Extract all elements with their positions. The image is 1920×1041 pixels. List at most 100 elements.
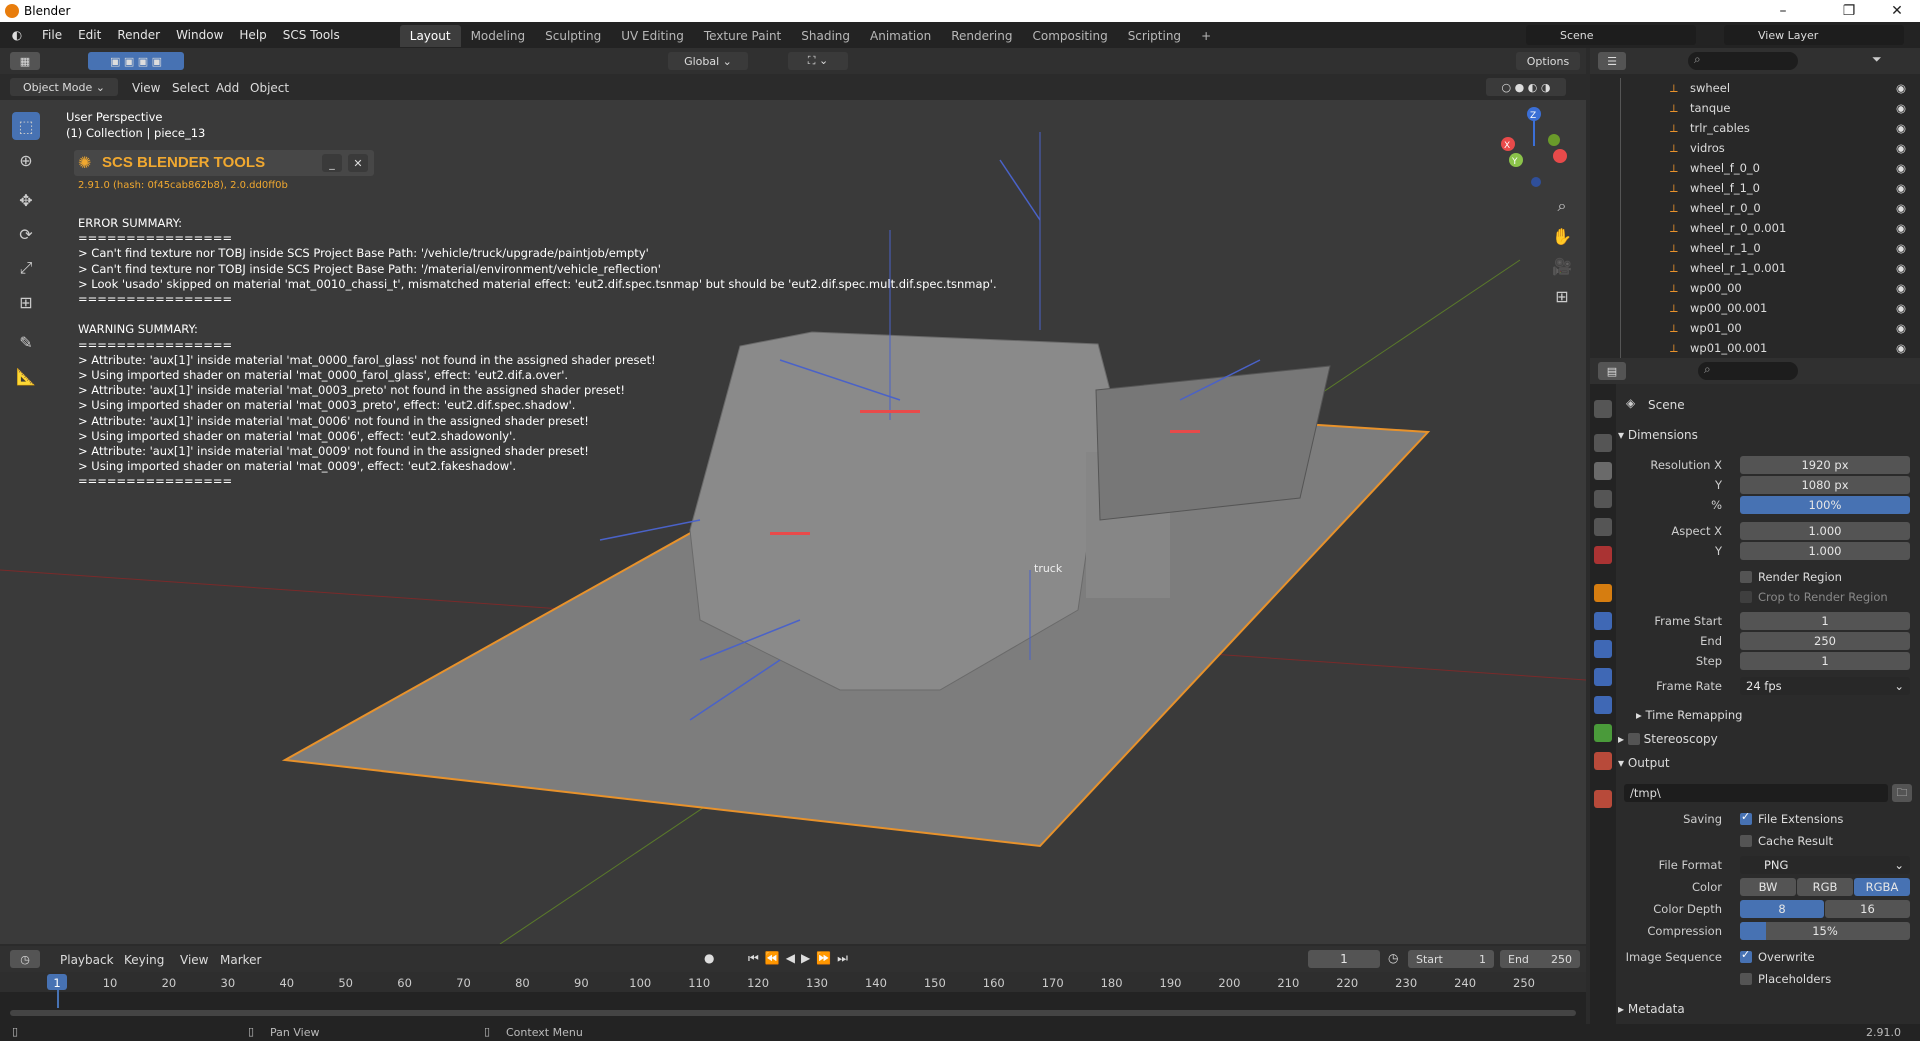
orientation-dropdown[interactable]: Global ⌄ [668, 52, 748, 70]
placeholders-checkbox[interactable] [1740, 973, 1752, 985]
outliner-search-input[interactable]: ⌕ [1688, 52, 1798, 70]
world-tab-icon[interactable] [1594, 546, 1612, 564]
camera-view-icon[interactable]: 🎥 [1548, 252, 1576, 280]
physics-tab-icon[interactable] [1594, 668, 1612, 686]
close-icon[interactable]: ✕ [1874, 0, 1920, 22]
outliner-row[interactable]: ⟂ trlr_cables ◉ [1590, 118, 1920, 138]
timeline-scrollbar[interactable] [10, 1010, 1576, 1016]
frame-step-field[interactable]: 1 [1740, 652, 1910, 670]
move-tool-icon[interactable]: ✥ [12, 186, 40, 214]
frame-start-field[interactable]: 1 [1740, 612, 1910, 630]
current-frame-field[interactable]: 1 [1308, 950, 1380, 968]
scene-tab-icon[interactable] [1594, 518, 1612, 536]
properties-editor-icon[interactable]: ▤ [1598, 362, 1626, 380]
view-layer-tab-icon[interactable] [1594, 490, 1612, 508]
menu-edit[interactable]: Edit [70, 22, 109, 48]
aspect-x-field[interactable]: 1.000 [1740, 522, 1910, 540]
menu-help[interactable]: Help [231, 22, 274, 48]
eye-visibility-icon[interactable]: ◉ [1896, 241, 1906, 255]
material-tab-icon[interactable] [1594, 752, 1612, 770]
tool-tab-icon[interactable] [1594, 400, 1612, 418]
ortho-grid-icon[interactable]: ⊞ [1548, 282, 1576, 310]
cursor-tool-icon[interactable]: ⊕ [12, 146, 40, 174]
eye-visibility-icon[interactable]: ◉ [1896, 161, 1906, 175]
zoom-icon[interactable]: ⌕ [1548, 192, 1576, 220]
stereoscopy-checkbox[interactable] [1627, 733, 1640, 745]
minimize-icon[interactable]: – [1760, 0, 1806, 22]
end-frame-field[interactable]: End 250 [1500, 950, 1580, 968]
outliner-row[interactable]: ⟂ wp00_00 ◉ [1590, 278, 1920, 298]
tab-sculpting[interactable]: Sculpting [535, 25, 611, 47]
properties-search-input[interactable]: ⌕ [1698, 362, 1798, 380]
constraints-tab-icon[interactable] [1594, 696, 1612, 714]
playback-menu[interactable]: Playback [60, 953, 114, 967]
tab-scripting[interactable]: Scripting [1118, 25, 1191, 47]
scs-minimize-button[interactable]: _ [322, 154, 342, 172]
outliner-row[interactable]: ⟂ tanque ◉ [1590, 98, 1920, 118]
rotate-tool-icon[interactable]: ⟳ [12, 220, 40, 248]
timeline-view-menu[interactable]: View [180, 953, 208, 967]
outliner-editor-icon[interactable]: ☰ [1598, 52, 1626, 70]
outliner-row[interactable]: ⟂ wp01_00 ◉ [1590, 318, 1920, 338]
view-menu[interactable]: View [132, 81, 160, 95]
object-menu[interactable]: Object [250, 81, 289, 95]
select-menu[interactable]: Select [172, 81, 209, 95]
outliner-row[interactable]: ⟂ wp01_00.001 ◉ [1590, 338, 1920, 358]
keying-menu[interactable]: Keying [124, 953, 164, 967]
tab-compositing[interactable]: Compositing [1022, 25, 1117, 47]
tab-rendering[interactable]: Rendering [941, 25, 1022, 47]
render-region-checkbox[interactable] [1740, 571, 1752, 583]
eye-visibility-icon[interactable]: ◉ [1896, 181, 1906, 195]
output-panel-header[interactable]: ▾ Output [1618, 752, 1918, 774]
marker-menu[interactable]: Marker [220, 953, 261, 967]
eye-visibility-icon[interactable]: ◉ [1896, 281, 1906, 295]
modifier-tab-icon[interactable] [1594, 612, 1612, 630]
tab-modeling[interactable]: Modeling [461, 25, 536, 47]
outliner-row[interactable]: ⟂ wheel_r_1_0 ◉ [1590, 238, 1920, 258]
scene-selector[interactable]: Scene [1526, 25, 1696, 45]
color-rgba-button[interactable]: RGBA [1854, 878, 1910, 896]
measure-tool-icon[interactable]: 📐 [12, 362, 40, 390]
eye-visibility-icon[interactable]: ◉ [1896, 261, 1906, 275]
overwrite-checkbox[interactable] [1740, 948, 1752, 963]
eye-visibility-icon[interactable]: ◉ [1896, 121, 1906, 135]
resolution-x-field[interactable]: 1920 px [1740, 456, 1910, 474]
timeline-editor-icon[interactable]: ◷ [10, 950, 40, 968]
maximize-icon[interactable]: ❐ [1826, 0, 1872, 22]
tab-shading[interactable]: Shading [791, 25, 860, 47]
dimensions-panel-header[interactable]: ▾ Dimensions [1618, 424, 1918, 446]
outliner-row[interactable]: ⟂ vidros ◉ [1590, 138, 1920, 158]
frame-end-field[interactable]: 250 [1740, 632, 1910, 650]
select-box-tool-icon[interactable]: ⬚ [12, 112, 40, 140]
mode-dropdown[interactable]: Object Mode ⌄ [10, 78, 118, 96]
outliner-row[interactable]: ⟂ wheel_r_1_0.001 ◉ [1590, 258, 1920, 278]
eye-visibility-icon[interactable]: ◉ [1896, 221, 1906, 235]
menu-window[interactable]: Window [168, 22, 231, 48]
menu-render[interactable]: Render [109, 22, 168, 48]
transform-tool-icon[interactable]: ⊞ [12, 288, 40, 316]
outliner-row[interactable]: ⟂ wheel_f_1_0 ◉ [1590, 178, 1920, 198]
view-layer-selector[interactable]: View Layer [1724, 25, 1904, 45]
outliner-row[interactable]: ⟂ wheel_f_0_0 ◉ [1590, 158, 1920, 178]
tab-texture-paint[interactable]: Texture Paint [694, 25, 791, 47]
outliner-row[interactable]: ⟂ wheel_r_0_0 ◉ [1590, 198, 1920, 218]
eye-visibility-icon[interactable]: ◉ [1896, 341, 1906, 355]
time-remapping-subpanel[interactable]: ▸ Time Remapping [1636, 704, 1920, 726]
blender-menu-icon[interactable]: ◐ [0, 28, 34, 42]
compression-slider[interactable]: 15% [1740, 922, 1910, 940]
playback-controls[interactable]: ⏮⏪◀▶⏩⏭ [748, 951, 854, 966]
output-tab-icon[interactable] [1594, 462, 1612, 480]
outliner-row[interactable]: ⟂ wp00_00.001 ◉ [1590, 298, 1920, 318]
color-depth-16-button[interactable]: 16 [1825, 900, 1910, 918]
eye-visibility-icon[interactable]: ◉ [1896, 81, 1906, 95]
resolution-y-field[interactable]: 1080 px [1740, 476, 1910, 494]
folder-browse-icon[interactable]: 🗀 [1892, 784, 1912, 802]
options-dropdown[interactable]: Options [1516, 52, 1580, 70]
eye-visibility-icon[interactable]: ◉ [1896, 201, 1906, 215]
pan-hand-icon[interactable]: ✋ [1548, 222, 1576, 250]
eye-visibility-icon[interactable]: ◉ [1896, 301, 1906, 315]
particles-tab-icon[interactable] [1594, 640, 1612, 658]
snap-icon[interactable]: ⛶ ⌄ [788, 52, 848, 70]
render-tab-icon[interactable] [1594, 434, 1612, 452]
select-mode-box-icon[interactable]: ▣ ▣ ▣ ▣ [88, 52, 184, 70]
